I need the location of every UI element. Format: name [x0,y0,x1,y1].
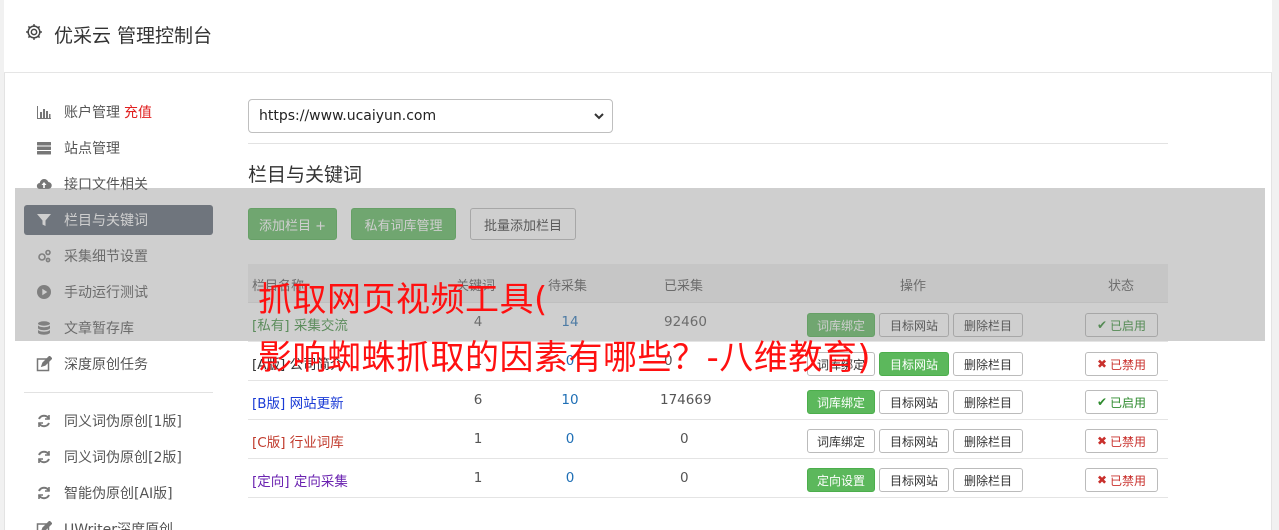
target-site-button[interactable]: 目标网站 [879,390,949,414]
site-select-value: https://www.ucaiyun.com [259,108,437,124]
sidebar-item-label: 同义词伪原创[1版] [64,414,182,430]
gear-icon[interactable] [24,22,44,42]
pending-count[interactable]: 0 [540,470,600,486]
sidebar-item-label: UWriter深度原创 [64,522,173,530]
column-name-link[interactable]: [B版] 网站更新 [252,392,344,412]
keyword-count: 1 [473,470,483,486]
delete-column-button[interactable]: 删除栏目 [953,390,1023,414]
status-toggle[interactable]: ✖ 已禁用 [1085,429,1158,453]
check-icon: ✔ [1096,395,1108,409]
sidebar-item-label: 智能伪原创[AI版] [64,486,173,502]
row-divider [248,419,1168,420]
sidebar-item-label: 账户管理 [64,105,120,121]
page-title: 优采云 管理控制台 [54,25,213,47]
column-name-link[interactable]: [定向] 定向采集 [252,470,348,490]
sidebar-item-label: 站点管理 [64,141,120,157]
sidebar-item-sites[interactable]: 站点管理 [24,133,213,163]
refresh-icon [36,449,52,465]
lexicon-bind-button[interactable]: 词库绑定 [807,429,875,453]
sidebar-item-ai-rewrite[interactable]: 智能伪原创[AI版] [24,478,213,508]
column-name-link[interactable]: [C版] 行业词库 [252,431,344,451]
pending-count[interactable]: 0 [540,431,600,447]
close-icon: ✖ [1096,357,1108,371]
server-icon [36,140,52,156]
sidebar-divider [24,392,213,393]
status-label: 已禁用 [1110,357,1147,372]
close-icon: ✖ [1096,434,1108,448]
refresh-icon [36,413,52,429]
lexicon-bind-button[interactable]: 词库绑定 [807,390,875,414]
pending-count[interactable]: 10 [540,392,600,408]
status-label: 已启用 [1110,395,1147,410]
status-label: 已禁用 [1110,473,1147,488]
overlay-title-line1: 抓取网页视频工具( [258,280,548,320]
delete-column-button[interactable]: 删除栏目 [953,352,1023,376]
status-label: 已禁用 [1110,434,1147,449]
overlay-banner [15,188,1265,341]
row-divider [248,380,1168,381]
sidebar-item-deep-original[interactable]: 深度原创任务 [24,349,213,379]
refresh-icon [36,485,52,501]
delete-column-button[interactable]: 删除栏目 [953,468,1023,492]
section-title: 栏目与关键词 [248,164,363,186]
sidebar-item-account[interactable]: 账户管理 充值 [24,97,213,127]
sidebar-item-uwriter[interactable]: UWriter深度原创 [24,514,213,530]
keyword-count: 1 [473,431,483,447]
status-toggle[interactable]: ✔ 已启用 [1085,390,1158,414]
bar-chart-icon [36,104,52,120]
site-select[interactable]: https://www.ucaiyun.com [248,99,613,133]
chevron-down-icon [594,113,604,120]
directed-settings-button[interactable]: 定向设置 [807,468,875,492]
edit-icon [36,356,52,372]
target-site-button[interactable]: 目标网站 [879,468,949,492]
sidebar-item-label: 同义词伪原创[2版] [64,450,182,466]
target-site-button[interactable]: 目标网站 [879,352,949,376]
collected-count: 0 [680,470,689,486]
status-toggle[interactable]: ✖ 已禁用 [1085,468,1158,492]
delete-column-button[interactable]: 删除栏目 [953,429,1023,453]
row-divider [248,497,1168,498]
keyword-count: 6 [473,392,483,408]
edit-icon [36,521,52,530]
header-bar: 优采云 管理控制台 [4,0,1272,73]
close-icon: ✖ [1096,473,1108,487]
collected-count: 0 [680,431,689,447]
recharge-link[interactable]: 充值 [124,102,152,122]
sidebar-item-label: 深度原创任务 [64,357,148,373]
status-toggle[interactable]: ✖ 已禁用 [1085,352,1158,376]
divider [248,143,1168,144]
collected-count: 174669 [660,392,712,408]
sidebar-item-synonym-v2[interactable]: 同义词伪原创[2版] [24,442,213,472]
target-site-button[interactable]: 目标网站 [879,429,949,453]
sidebar-item-synonym-v1[interactable]: 同义词伪原创[1版] [24,406,213,436]
row-divider [248,458,1168,459]
overlay-title-line2: 影响蜘蛛抓取的因素有哪些？-八维教育) [258,338,872,378]
